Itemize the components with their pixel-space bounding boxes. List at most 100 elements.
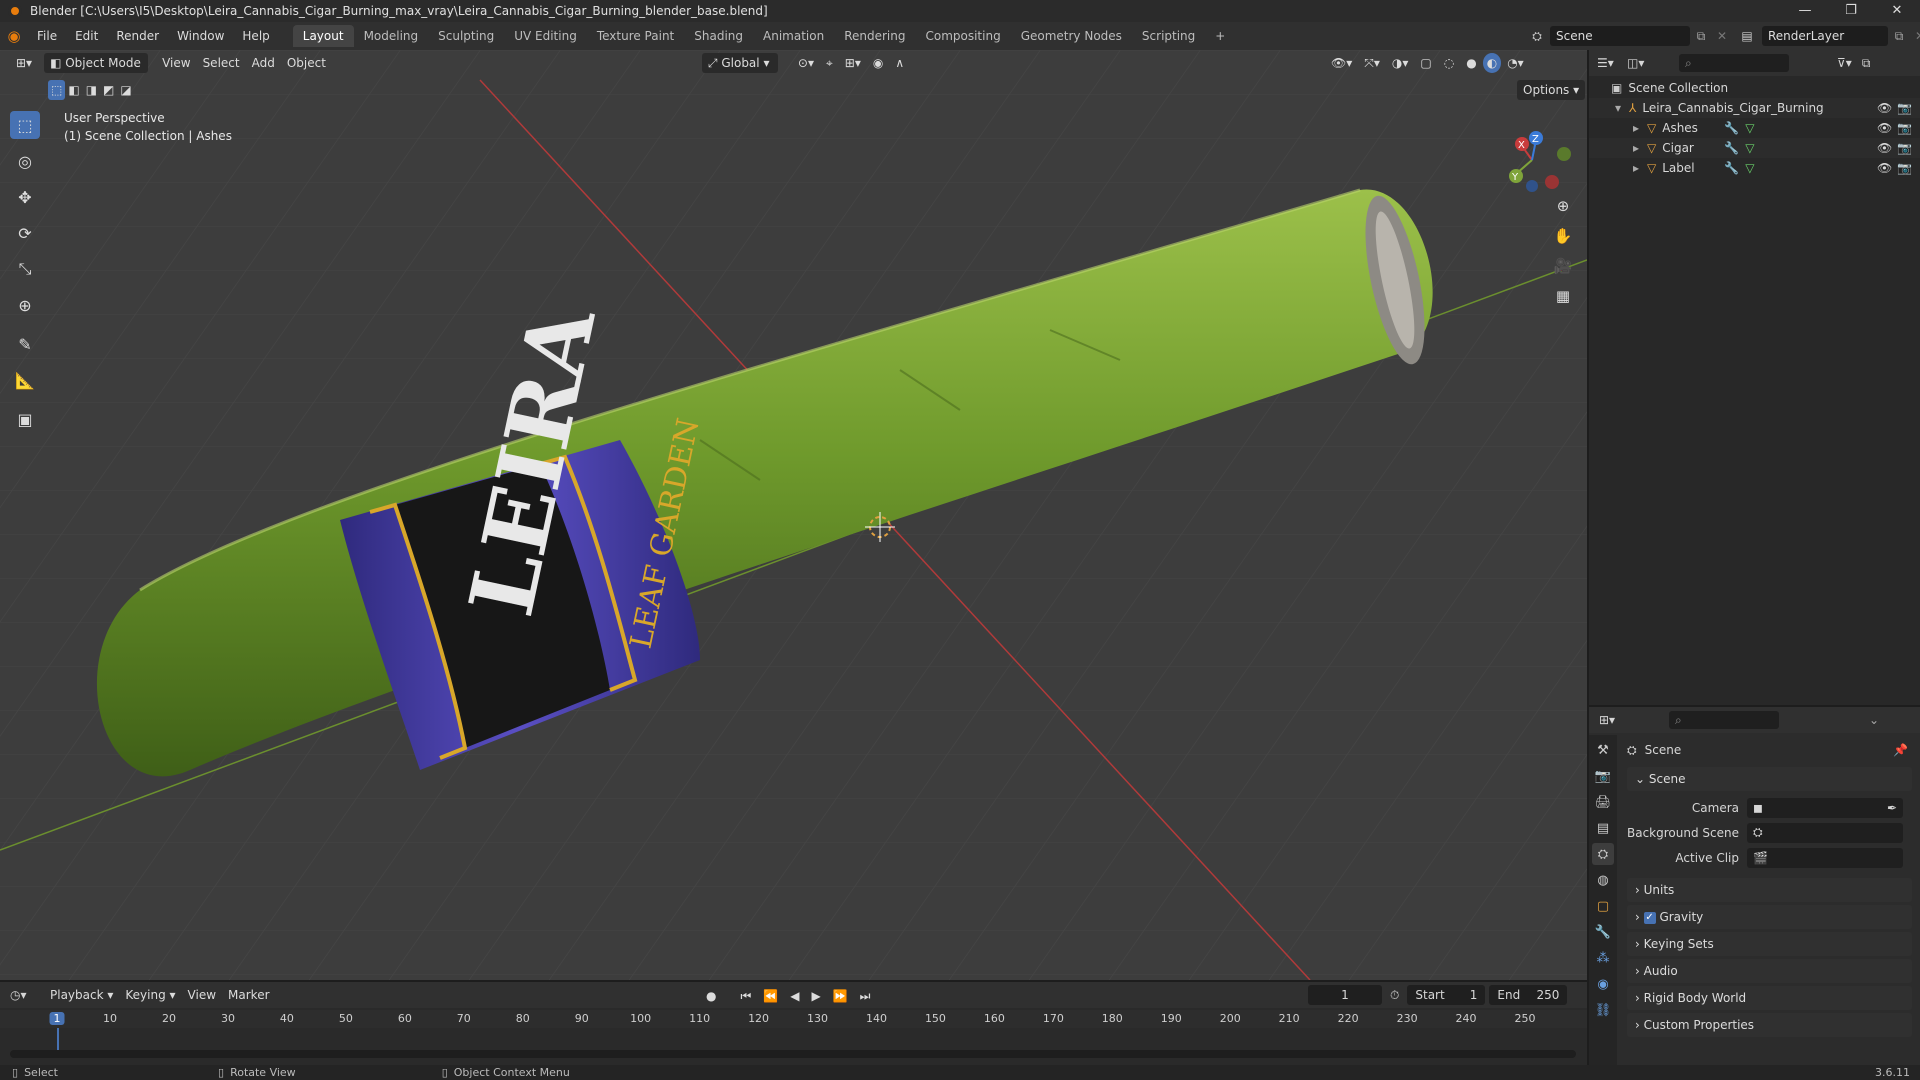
record-keyframe-icon[interactable]: ● (700, 986, 722, 1006)
close-button[interactable]: ✕ (1874, 0, 1920, 22)
options-dropdown[interactable]: Options ▾ (1517, 80, 1586, 100)
gravity-panel-header[interactable]: › ✓ Gravity (1627, 905, 1912, 929)
modifier-wrench-icon[interactable]: 🔧 (1724, 138, 1739, 158)
render-camera-icon[interactable]: 📷 (1897, 118, 1912, 138)
view-layer-selector[interactable]: RenderLayer (1762, 26, 1888, 46)
filter-icon[interactable]: ⊽▾ (1837, 56, 1852, 70)
visibility-eye-icon[interactable]: 👁 (1877, 138, 1892, 158)
navigation-gizmo[interactable]: X Y Z (1492, 118, 1572, 198)
snap-settings-icon[interactable]: ⊞▾ (839, 53, 867, 73)
properties-editor-icon[interactable]: ⊞▾ (1599, 713, 1629, 727)
current-frame-field[interactable]: 1 (1308, 985, 1382, 1005)
units-panel-header[interactable]: › Units (1627, 878, 1912, 902)
scale-tool[interactable]: ⤡ (10, 255, 40, 283)
editor-type-button[interactable]: ⊞▾ (10, 53, 38, 73)
proportional-edit-icon[interactable]: ◉ (867, 53, 889, 73)
snap-icon[interactable]: ⌖ (820, 53, 839, 73)
tab-scripting[interactable]: Scripting (1132, 25, 1205, 47)
modifier-tab-icon[interactable]: 🔧 (1592, 921, 1614, 943)
play-icon[interactable]: ▶ (805, 986, 826, 1006)
select-extend-icon[interactable]: ◧ (65, 80, 82, 100)
tab-uv-editing[interactable]: UV Editing (504, 25, 587, 47)
tab-shading[interactable]: Shading (684, 25, 753, 47)
menu-object[interactable]: Object (281, 53, 332, 73)
world-tab-icon[interactable]: ◍ (1592, 869, 1614, 891)
rotate-tool[interactable]: ⟳ (10, 219, 40, 247)
next-keyframe-icon[interactable]: ⏩ (827, 986, 854, 1006)
menu-select[interactable]: Select (197, 53, 246, 73)
audio-panel-header[interactable]: › Audio (1627, 959, 1912, 983)
transform-orientation-selector[interactable]: ⤢ Global ▾ (701, 53, 778, 73)
perspective-toggle-button[interactable]: ▦ (1550, 283, 1576, 309)
view-layer-icon[interactable]: ▤ (1732, 29, 1762, 43)
outliner-row-cigar[interactable]: ▸ ▽ Cigar 🔧 ▽ 👁 📷 (1589, 138, 1920, 158)
pivot-point-icon[interactable]: ⊙▾ (792, 53, 820, 73)
mesh-data-icon[interactable]: ▽ (1745, 138, 1754, 158)
overlay-toggle-icon[interactable]: ◑▾ (1386, 53, 1415, 73)
new-scene-icon[interactable]: ⧉ (1690, 29, 1712, 44)
mode-selector[interactable]: ◧ Object Mode ▾ (44, 53, 149, 90)
output-tab-icon[interactable]: 🖨 (1592, 791, 1614, 813)
select-intersect-icon[interactable]: ◪ (117, 80, 134, 100)
tab-sculpting[interactable]: Sculpting (428, 25, 504, 47)
menu-add[interactable]: Add (246, 53, 281, 73)
add-cube-tool[interactable]: ▣ (10, 405, 40, 433)
wireframe-shading-icon[interactable]: ◌ (1438, 53, 1460, 73)
render-tab-icon[interactable]: 📷 (1592, 765, 1614, 787)
tab-animation[interactable]: Animation (753, 25, 834, 47)
jump-start-icon[interactable]: ⏮ (734, 986, 757, 1006)
zoom-view-button[interactable]: ⊕ (1550, 193, 1576, 219)
render-camera-icon[interactable]: 📷 (1897, 138, 1912, 158)
gizmo-toggle-icon[interactable]: ⤧▾ (1358, 53, 1386, 73)
material-shading-icon[interactable]: ◐ (1482, 53, 1502, 73)
expand-arrow-icon[interactable]: ▾ (1615, 98, 1629, 118)
outliner-row-ashes[interactable]: ▸ ▽ Ashes 🔧 ▽ 👁 📷 (1589, 118, 1920, 138)
select-subtract-icon[interactable]: ◨ (83, 80, 100, 100)
timeline-editor-icon[interactable]: ◷▾ (10, 988, 44, 1002)
render-camera-icon[interactable]: 📷 (1897, 158, 1912, 178)
menu-marker[interactable]: Marker (222, 985, 275, 1005)
visibility-icon[interactable]: 👁▾ (1325, 53, 1358, 73)
expand-arrow-icon[interactable]: ▸ (1633, 138, 1647, 158)
properties-search-input[interactable]: ⌕ (1669, 711, 1779, 729)
menu-window[interactable]: Window (168, 22, 233, 50)
3d-viewport[interactable]: LEIRA LEAF GARDEN User Perspective (1) S… (0, 50, 1587, 980)
background-scene-field[interactable]: ⛭ (1747, 822, 1903, 843)
particles-tab-icon[interactable]: ⁂ (1592, 947, 1614, 969)
menu-timeline-view[interactable]: View (182, 985, 222, 1005)
tool-tab-icon[interactable]: ⚒ (1592, 739, 1614, 761)
modifier-wrench-icon[interactable]: 🔧 (1724, 118, 1739, 138)
menu-keying[interactable]: Keying ▾ (119, 985, 181, 1005)
rigid-body-world-panel-header[interactable]: › Rigid Body World (1627, 986, 1912, 1010)
outliner-editor-icon[interactable]: ☰▾ (1597, 56, 1627, 70)
gravity-checkbox[interactable]: ✓ (1643, 911, 1656, 924)
playhead[interactable] (57, 1028, 59, 1050)
eyedropper-icon[interactable]: ✒ (1887, 801, 1897, 815)
outliner-row-scene-collection[interactable]: ▣ Scene Collection (1589, 78, 1920, 98)
timeline-scrollbar[interactable] (10, 1050, 1576, 1058)
new-layer-icon[interactable]: ⧉ (1888, 29, 1910, 44)
outliner-row-collection[interactable]: ▾ ⅄ Leira_Cannabis_Cigar_Burning 👁 📷 (1589, 98, 1920, 118)
transform-tool[interactable]: ⊕ (10, 291, 40, 319)
tab-rendering[interactable]: Rendering (834, 25, 915, 47)
start-frame-field[interactable]: Start 1 (1407, 985, 1486, 1005)
custom-properties-panel-header[interactable]: › Custom Properties (1627, 1013, 1912, 1037)
mesh-data-icon[interactable]: ▽ (1745, 118, 1754, 138)
cursor-tool[interactable]: ◎ (10, 147, 40, 175)
menu-help[interactable]: Help (233, 22, 278, 50)
select-box-tool[interactable]: ⬚ (10, 111, 40, 139)
minimize-button[interactable]: — (1782, 0, 1828, 22)
solid-shading-icon[interactable]: ● (1460, 53, 1482, 73)
select-new-icon[interactable]: ⬚ (48, 80, 66, 100)
menu-view[interactable]: View (156, 53, 196, 73)
play-reverse-icon[interactable]: ◀ (784, 986, 805, 1006)
visibility-eye-icon[interactable]: 👁 (1877, 158, 1892, 178)
rendered-shading-icon[interactable]: ◔▾ (1501, 53, 1530, 73)
physics-tab-icon[interactable]: ◉ (1592, 973, 1614, 995)
menu-edit[interactable]: Edit (66, 22, 107, 50)
maximize-button[interactable]: ❐ (1828, 0, 1874, 22)
keying-sets-panel-header[interactable]: › Keying Sets (1627, 932, 1912, 956)
menu-file[interactable]: File (28, 22, 66, 50)
visibility-eye-icon[interactable]: 👁 (1877, 118, 1892, 138)
scene-panel-header[interactable]: ⌄ Scene (1627, 767, 1912, 791)
